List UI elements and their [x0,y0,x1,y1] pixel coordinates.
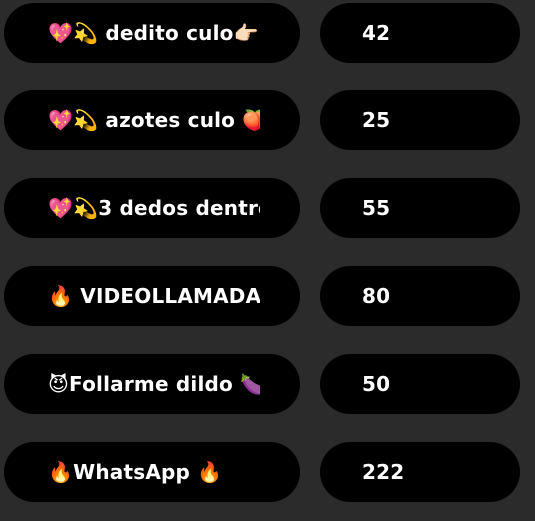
service-price-field[interactable]: 42 [320,3,520,63]
service-name-field[interactable]: 🔥WhatsApp 🔥 [4,442,300,502]
service-price-field[interactable]: 25 [320,90,520,150]
service-name-text: 💖💫3 dedos dentro [48,196,260,220]
list-item: 🔥 VIDEOLLAMADA T 80 [0,266,535,326]
service-price-text: 50 [362,372,391,396]
service-name-text: 💖💫 azotes culo 🍑 [48,108,260,132]
service-price-text: 25 [362,108,391,132]
service-price-field[interactable]: 222 [320,442,520,502]
list-item: 😈Follarme dildo 🍆 50 [0,354,535,414]
service-name-field[interactable]: 💖💫 azotes culo 🍑 [4,90,300,150]
service-name-text: 🔥WhatsApp 🔥 [48,460,223,484]
service-price-text: 42 [362,21,391,45]
service-price-field[interactable]: 80 [320,266,520,326]
list-item: 💖💫3 dedos dentro 55 [0,178,535,238]
list-item: 💖💫 dedito culo👉🏻 42 [0,3,535,63]
service-name-text: 🔥 VIDEOLLAMADA T [48,284,260,308]
list-item: 💖💫 azotes culo 🍑 25 [0,90,535,150]
service-name-text: 💖💫 dedito culo👉🏻 [48,21,259,45]
service-price-text: 55 [362,196,391,220]
service-name-field[interactable]: 💖💫 dedito culo👉🏻 [4,3,300,63]
service-price-text: 222 [362,460,405,484]
list-item: 🔥WhatsApp 🔥 222 [0,442,535,502]
service-name-text: 😈Follarme dildo 🍆 [48,372,260,396]
service-price-field[interactable]: 50 [320,354,520,414]
service-price-text: 80 [362,284,391,308]
service-name-field[interactable]: 😈Follarme dildo 🍆 [4,354,300,414]
service-price-field[interactable]: 55 [320,178,520,238]
service-name-field[interactable]: 💖💫3 dedos dentro [4,178,300,238]
service-name-field[interactable]: 🔥 VIDEOLLAMADA T [4,266,300,326]
service-price-list: { "items": [ { "name": "💖💫 dedito culo👉🏻… [0,0,535,521]
